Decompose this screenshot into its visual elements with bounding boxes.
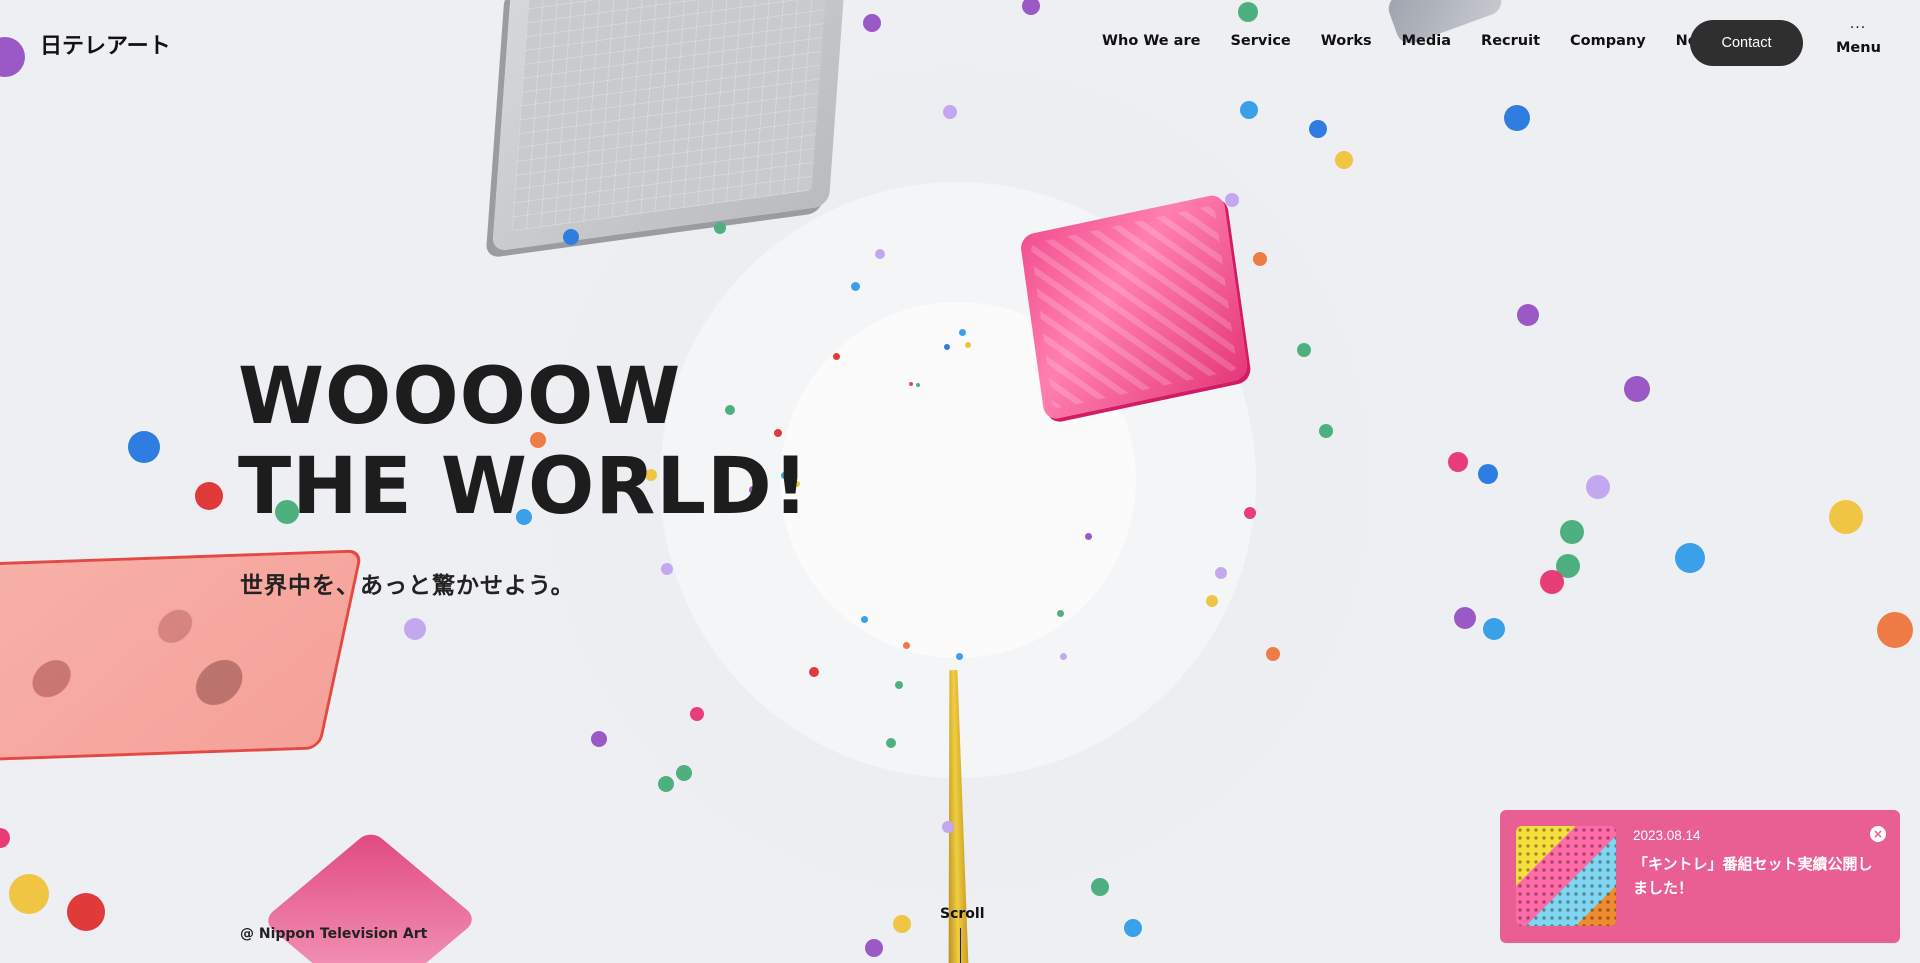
confetti-dot: [1022, 0, 1040, 15]
hero-title-line-2: THE WORLD!: [238, 442, 810, 532]
hero-stage: 日テレアート Who We are Service Works Media Re…: [0, 0, 1920, 963]
scroll-indicator[interactable]: Scroll: [940, 906, 985, 963]
confetti-dot: [1253, 252, 1267, 266]
hero-title: WOOOOW THE WORLD!: [238, 352, 809, 532]
confetti-dot: [916, 383, 920, 387]
nav-works[interactable]: Works: [1321, 33, 1372, 49]
confetti-dot: [944, 344, 950, 350]
confetti-dot: [1448, 452, 1468, 472]
confetti-dot: [895, 681, 903, 689]
hero-subtitle: 世界中を、あっと驚かせよう。: [240, 573, 575, 599]
confetti-dot: [965, 342, 971, 348]
nav-service[interactable]: Service: [1230, 33, 1290, 49]
logo[interactable]: 日テレアート: [40, 28, 171, 60]
confetti-dot: [1877, 612, 1913, 648]
confetti-dot: [1586, 475, 1610, 499]
confetti-dot: [658, 776, 674, 792]
menu-label: Menu: [1836, 40, 1881, 56]
confetti-dot: [1056, 609, 1064, 617]
confetti-dot: [1084, 532, 1092, 540]
confetti-dot: [591, 731, 607, 747]
confetti-dot: [1560, 520, 1584, 544]
confetti-dot: [943, 105, 957, 119]
confetti-dot: [1478, 464, 1498, 484]
news-title[interactable]: 「キントレ」番組セット実績公開しました！: [1633, 852, 1873, 900]
hero-title-line-1: WOOOOW: [238, 352, 682, 442]
confetti-dot: [1297, 343, 1311, 357]
nav-recruit[interactable]: Recruit: [1481, 33, 1540, 49]
confetti-dot: [1244, 507, 1256, 519]
confetti-dot: [128, 431, 160, 463]
confetti-dot: [893, 915, 911, 933]
confetti-dot: [1225, 193, 1239, 207]
scroll-label: Scroll: [940, 906, 985, 922]
confetti-dot: [863, 14, 881, 32]
close-icon[interactable]: ×: [1870, 826, 1886, 842]
nav-company[interactable]: Company: [1570, 33, 1646, 49]
confetti-dot: [1238, 2, 1258, 22]
confetti-dot: [902, 641, 910, 649]
confetti-dot: [1091, 878, 1109, 896]
confetti-dot: [832, 352, 840, 360]
confetti-dot: [850, 281, 860, 291]
confetti-dot: [1624, 376, 1650, 402]
confetti-dot: [0, 828, 10, 848]
confetti-dot: [886, 738, 896, 748]
confetti-dot: [9, 874, 49, 914]
confetti-dot: [1335, 151, 1353, 169]
confetti-dot: [1540, 570, 1564, 594]
confetti-dot: [860, 615, 868, 623]
confetti-dot: [714, 222, 726, 234]
confetti-dot: [0, 37, 25, 77]
nav-who-we-are[interactable]: Who We are: [1102, 33, 1200, 49]
confetti-dot: [1483, 618, 1505, 640]
confetti-dot: [809, 667, 819, 677]
confetti-dot: [1206, 595, 1218, 607]
confetti-dot: [1504, 105, 1530, 131]
more-dots-icon: ···: [1849, 20, 1867, 36]
confetti-dot: [1059, 652, 1067, 660]
confetti-dot: [676, 765, 692, 781]
confetti-dot: [563, 229, 579, 245]
confetti-dot: [875, 249, 885, 259]
confetti-dot: [1309, 120, 1327, 138]
confetti-dot: [1829, 500, 1863, 534]
confetti-dot: [404, 618, 426, 640]
nav-media[interactable]: Media: [1402, 33, 1451, 49]
floating-card-pink-bottom: [261, 829, 479, 963]
confetti-dot: [1454, 607, 1476, 629]
confetti-dot: [942, 821, 954, 833]
confetti-dot: [958, 328, 966, 336]
confetti-dot: [1124, 919, 1142, 937]
confetti-dot: [1240, 101, 1258, 119]
main-nav: Who We are Service Works Media Recruit C…: [1102, 33, 1750, 49]
scroll-line: [959, 928, 961, 963]
confetti-dot: [1517, 304, 1539, 326]
confetti-dot: [1319, 424, 1333, 438]
confetti-dot: [661, 563, 673, 575]
confetti-dot: [1215, 567, 1227, 579]
news-toast[interactable]: 2023.08.14 「キントレ」番組セット実績公開しました！ ×: [1500, 810, 1900, 943]
confetti-dot: [909, 382, 913, 386]
confetti-dot: [195, 482, 223, 510]
news-date: 2023.08.14: [1633, 828, 1701, 843]
contact-button[interactable]: Contact: [1690, 20, 1803, 66]
menu-button[interactable]: ··· Menu: [1836, 20, 1881, 56]
confetti-dot: [865, 939, 883, 957]
confetti-dot: [1266, 647, 1280, 661]
confetti-dot: [1675, 543, 1705, 573]
confetti-dot: [67, 893, 105, 931]
copyright: @ Nippon Television Art: [240, 926, 428, 942]
news-thumbnail: [1516, 826, 1616, 926]
confetti-dot: [955, 652, 963, 660]
confetti-dot: [690, 707, 704, 721]
